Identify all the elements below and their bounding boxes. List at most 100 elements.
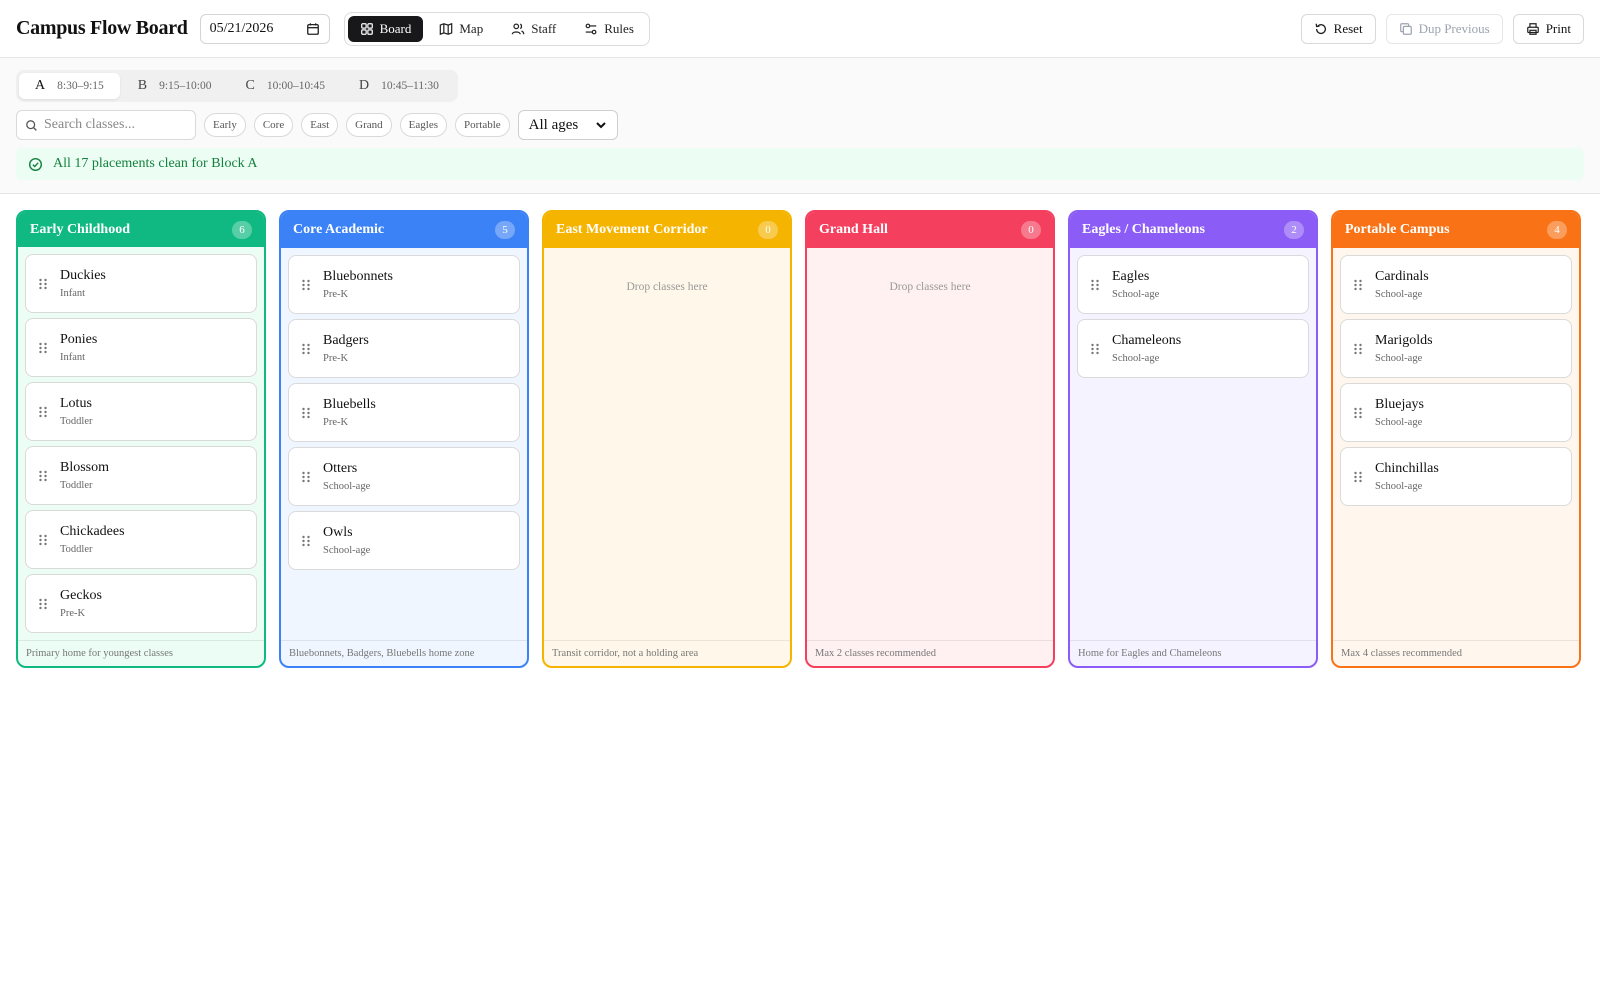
zone-dropzone[interactable]: Duckies Infant Ponies Infant Lotus Toddler Blo…: [18, 247, 264, 640]
sliders-icon: [585, 23, 597, 34]
class-age: School-age: [1112, 353, 1160, 364]
block-b[interactable]: B 9:15–10:00: [122, 73, 228, 99]
class-card[interactable]: Duckies Infant: [25, 254, 257, 314]
class-card-text: Cardinals School-age: [1375, 269, 1429, 300]
drag-handle-icon[interactable]: [36, 277, 50, 291]
zone-board: Early Childhood 6 Duckies Infant Ponies Infan…: [0, 194, 1600, 684]
class-card[interactable]: Blossom Toddler: [25, 446, 257, 506]
tab-map-label: Map: [459, 20, 484, 36]
chip-east[interactable]: East: [301, 113, 339, 137]
zone-footer-note: Transit corridor, not a holding area: [544, 640, 790, 666]
drag-handle-icon[interactable]: [299, 534, 313, 548]
zone-dropzone[interactable]: Drop classes here: [544, 248, 790, 640]
reset-button[interactable]: Reset: [1300, 13, 1376, 44]
zone-east-movement-corridor[interactable]: East Movement Corridor 0 Drop classes here…: [542, 210, 792, 668]
drag-handle-icon[interactable]: [36, 341, 50, 355]
class-card[interactable]: Geckos Pre-K: [25, 574, 257, 634]
zone-dropzone[interactable]: Cardinals School-age Marigolds School-age Bl…: [1333, 248, 1579, 640]
zone-header: Grand Hall 0: [807, 212, 1053, 248]
drag-handle-icon[interactable]: [36, 405, 50, 419]
chip-eagles[interactable]: Eagles: [399, 113, 447, 137]
class-card[interactable]: Bluebonnets Pre-K: [288, 255, 520, 314]
class-name: Duckies: [60, 268, 106, 284]
drag-handle-icon[interactable]: [36, 597, 50, 611]
date-value: 05/21/2026: [209, 20, 274, 36]
dup-previous-button[interactable]: Dup Previous: [1385, 13, 1503, 44]
class-age: School-age: [1375, 353, 1423, 364]
class-card[interactable]: Lotus Toddler: [25, 382, 257, 442]
zone-grand-hall[interactable]: Grand Hall 0 Drop classes here Max 2 classe…: [805, 210, 1055, 668]
class-card[interactable]: Bluejays School-age: [1340, 383, 1572, 442]
chevron-down-icon: [595, 122, 606, 129]
tab-rules[interactable]: Rules: [572, 16, 646, 42]
class-card[interactable]: Otters School-age: [288, 447, 520, 506]
zone-portable-campus[interactable]: Portable Campus 4 Cardinals School-age Marig…: [1331, 210, 1581, 668]
zone-count-badge: 0: [1021, 221, 1041, 239]
tab-staff[interactable]: Staff: [499, 16, 568, 42]
zone-footer-note: Bluebonnets, Badgers, Bluebells home zon…: [281, 640, 527, 666]
zone-dropzone[interactable]: Drop classes here: [807, 248, 1053, 640]
drag-handle-icon[interactable]: [1088, 278, 1102, 292]
class-age: Toddler: [60, 416, 93, 428]
class-card[interactable]: Bluebells Pre-K: [288, 383, 520, 442]
drag-handle-icon[interactable]: [1351, 342, 1365, 356]
age-select[interactable]: All ages: [517, 110, 618, 140]
drag-handle-icon[interactable]: [1088, 342, 1102, 356]
check-circle-icon: [28, 157, 43, 171]
class-name: Chameleons: [1112, 333, 1182, 348]
class-card[interactable]: Cardinals School-age: [1340, 255, 1572, 314]
zone-dropzone[interactable]: Eagles School-age Chameleons School-age: [1070, 248, 1316, 640]
class-card-text: Chinchillas School-age: [1375, 461, 1439, 492]
class-card[interactable]: Chickadees Toddler: [25, 510, 257, 570]
block-c[interactable]: C 10:00–10:45: [230, 73, 341, 99]
class-card[interactable]: Ponies Infant: [25, 318, 257, 378]
zone-dropzone[interactable]: Bluebonnets Pre-K Badgers Pre-K Bluebells Pre…: [281, 248, 527, 640]
drag-handle-icon[interactable]: [299, 470, 313, 484]
drag-handle-icon[interactable]: [299, 278, 313, 292]
zone-early-childhood[interactable]: Early Childhood 6 Duckies Infant Ponies Infan…: [16, 210, 266, 668]
class-card[interactable]: Marigolds School-age: [1340, 319, 1572, 378]
block-a[interactable]: A 8:30–9:15: [19, 73, 120, 99]
class-card-text: Ponies Infant: [60, 332, 97, 363]
map-icon: [440, 22, 453, 35]
print-button[interactable]: Print: [1512, 13, 1584, 44]
view-tabs: Board Map Staff Rules: [343, 11, 650, 46]
class-card-text: Badgers Pre-K: [323, 333, 369, 364]
class-card[interactable]: Chameleons School-age: [1077, 319, 1309, 378]
drag-handle-icon[interactable]: [36, 533, 50, 547]
class-age: Pre-K: [323, 289, 349, 300]
tab-map[interactable]: Map: [427, 16, 495, 42]
class-card-text: Bluejays School-age: [1375, 397, 1424, 428]
zone-core-academic[interactable]: Core Academic 5 Bluebonnets Pre-K Badgers Pre…: [279, 210, 529, 668]
class-card[interactable]: Chinchillas School-age: [1340, 447, 1572, 506]
drag-handle-icon[interactable]: [1351, 406, 1365, 420]
class-card[interactable]: Eagles School-age: [1077, 255, 1309, 314]
chip-early[interactable]: Early: [204, 113, 246, 137]
print-label: Print: [1545, 20, 1571, 36]
copy-icon: [1399, 22, 1412, 35]
date-picker[interactable]: 05/21/2026: [199, 13, 330, 44]
block-d[interactable]: D 10:45–11:30: [343, 73, 455, 99]
search-input[interactable]: [44, 117, 184, 133]
zone-title: Grand Hall: [819, 222, 888, 237]
class-name: Badgers: [323, 333, 369, 348]
class-card-text: Lotus Toddler: [60, 396, 93, 427]
zone-header: Core Academic 5: [281, 212, 527, 248]
class-card[interactable]: Badgers Pre-K: [288, 319, 520, 378]
class-card[interactable]: Owls School-age: [288, 511, 520, 570]
drag-handle-icon[interactable]: [1351, 278, 1365, 292]
class-name: Eagles: [1112, 269, 1150, 284]
drag-handle-icon[interactable]: [1351, 470, 1365, 484]
zone-footer-note: Max 2 classes recommended: [807, 640, 1053, 666]
tab-board[interactable]: Board: [347, 15, 424, 42]
drag-handle-icon[interactable]: [299, 342, 313, 356]
zone-eagles-chameleons[interactable]: Eagles / Chameleons 2 Eagles School-age Cham…: [1068, 210, 1318, 668]
chip-portable[interactable]: Portable: [455, 113, 510, 137]
chip-grand[interactable]: Grand: [346, 113, 392, 137]
drag-handle-icon[interactable]: [299, 406, 313, 420]
drag-handle-icon[interactable]: [36, 469, 50, 483]
chip-core[interactable]: Core: [253, 113, 294, 137]
calendar-icon[interactable]: [306, 22, 320, 36]
class-age: School-age: [1112, 289, 1160, 300]
zone-footer-note: Primary home for youngest classes: [18, 640, 264, 666]
